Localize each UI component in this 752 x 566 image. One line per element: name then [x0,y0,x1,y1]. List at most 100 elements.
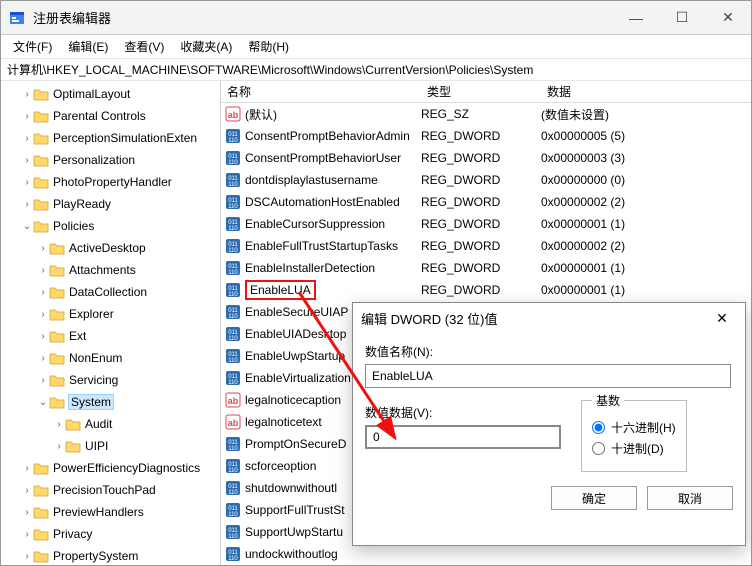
tree-node-playready[interactable]: ›PlayReady [1,193,220,215]
value-row[interactable]: EnableInstallerDetectionREG_DWORD0x00000… [221,257,751,279]
tree-node-servicing[interactable]: › Servicing [1,369,220,391]
value-row[interactable]: EnableCursorSuppressionREG_DWORD0x000000… [221,213,751,235]
chevron-icon[interactable]: › [21,177,33,188]
tree-node-activedesktop[interactable]: ›ActiveDesktop [1,237,220,259]
folder-icon [33,461,49,475]
chevron-icon[interactable]: › [37,243,49,254]
tree-node-system[interactable]: ⌄System [1,391,220,413]
tree-node-propertysystem[interactable]: ›PropertySystem [1,545,220,565]
folder-icon [49,351,65,365]
chevron-icon[interactable]: › [37,353,49,364]
menu-favorites[interactable]: 收藏夹(A) [172,36,240,57]
chevron-icon[interactable]: › [21,485,33,496]
chevron-icon[interactable]: › [21,155,33,166]
radio-dec[interactable]: 十进制(D) [592,440,676,457]
dialog-close-icon[interactable]: ✕ [707,310,737,327]
folder-icon [33,505,49,519]
chevron-icon[interactable]: › [21,111,33,122]
value-type: REG_DWORD [421,261,541,275]
chevron-icon[interactable]: › [53,419,65,430]
tree-node-nonenum[interactable]: ›NonEnum [1,347,220,369]
tree-node-audit[interactable]: ›Audit [1,413,220,435]
menu-view[interactable]: 查看(V) [116,36,172,57]
folder-icon [33,131,49,145]
tree-node-parental-controls[interactable]: ›Parental Controls [1,105,220,127]
cancel-button[interactable]: 取消 [647,486,733,510]
chevron-icon[interactable]: › [21,133,33,144]
tree-node-previewhandlers[interactable]: › PreviewHandlers [1,501,220,523]
menu-help[interactable]: 帮助(H) [240,36,297,57]
value-row[interactable]: EnableLUAREG_DWORD0x00000001 (1) [221,279,751,301]
chevron-icon[interactable]: › [21,463,33,474]
column-headers[interactable]: 名称 类型 数据 [221,81,751,103]
menu-edit[interactable]: 编辑(E) [60,36,116,57]
tree-node-attachments[interactable]: ›Attachments [1,259,220,281]
value-name: undockwithoutlog [245,547,338,561]
value-icon [225,348,241,364]
tree-node-privacy[interactable]: ›Privacy [1,523,220,545]
folder-icon [49,285,65,299]
col-type[interactable]: 类型 [421,83,541,100]
tree-label: Policies [53,219,94,233]
ok-button[interactable]: 确定 [551,486,637,510]
tree-panel[interactable]: › OptimalLayout ›Parental Controls›Percept… [1,81,221,565]
value-name: EnableInstallerDetection [245,261,375,275]
col-data[interactable]: 数据 [541,83,751,100]
radio-hex[interactable]: 十六进制(H) [592,419,676,436]
tree-node-datacollection[interactable]: ›DataCollection [1,281,220,303]
maximize-button[interactable]: ☐ [659,1,705,35]
folder-icon [65,417,81,431]
tree-label: Servicing [69,373,118,387]
value-name-input[interactable] [365,364,731,388]
value-icon [225,392,241,408]
chevron-icon[interactable]: › [21,507,33,518]
chevron-icon[interactable]: › [21,89,33,100]
tree-node-photopropertyhandler[interactable]: ›PhotoPropertyHandler [1,171,220,193]
chevron-icon[interactable]: › [37,375,49,386]
chevron-icon[interactable]: › [21,551,33,562]
chevron-icon[interactable]: ⌄ [21,221,33,232]
chevron-icon[interactable]: › [37,309,49,320]
tree-node-perceptionsimulationexten[interactable]: ›PerceptionSimulationExten [1,127,220,149]
value-icon [225,128,241,144]
chevron-icon[interactable]: › [37,265,49,276]
address-bar[interactable]: 计算机\HKEY_LOCAL_MACHINE\SOFTWARE\Microsof… [1,59,751,81]
value-row[interactable]: (默认)REG_SZ(数值未设置) [221,103,751,125]
tree-node-policies[interactable]: ⌄ Policies [1,215,220,237]
tree-node-powerefficiencydiagnostics[interactable]: ›PowerEfficiencyDiagnostics [1,457,220,479]
col-name[interactable]: 名称 [221,83,421,100]
tree-node-precisiontouchpad[interactable]: ›PrecisionTouchPad [1,479,220,501]
value-icon [225,194,241,210]
chevron-icon[interactable]: ⌄ [37,397,49,408]
chevron-icon[interactable]: › [21,199,33,210]
chevron-icon[interactable]: › [37,331,49,342]
value-name: legalnoticetext [245,415,322,429]
tree-node-ext[interactable]: ›Ext [1,325,220,347]
tree-node-personalization[interactable]: ›Personalization [1,149,220,171]
value-icon [225,370,241,386]
menu-file[interactable]: 文件(F) [5,36,60,57]
close-button[interactable]: ✕ [705,1,751,35]
value-name: ConsentPromptBehaviorUser [245,151,401,165]
value-type: REG_DWORD [421,283,541,297]
chevron-icon[interactable]: › [21,529,33,540]
value-row[interactable]: ConsentPromptBehaviorUserREG_DWORD0x0000… [221,147,751,169]
value-row[interactable]: dontdisplaylastusernameREG_DWORD0x000000… [221,169,751,191]
value-data: 0x00000001 (1) [541,283,751,297]
value-data-input[interactable] [365,425,561,449]
value-row[interactable]: ConsentPromptBehaviorAdminREG_DWORD0x000… [221,125,751,147]
tree-node-uipi[interactable]: ›UIPI [1,435,220,457]
value-row[interactable]: EnableFullTrustStartupTasksREG_DWORD0x00… [221,235,751,257]
tree-node-explorer[interactable]: ›Explorer [1,303,220,325]
minimize-button[interactable]: — [613,1,659,35]
value-row[interactable]: undockwithoutlog [221,543,751,565]
chevron-icon[interactable]: › [37,287,49,298]
tree-label: OptimalLayout [53,87,130,101]
tree-label: PreviewHandlers [53,505,144,519]
value-type: REG_DWORD [421,173,541,187]
menubar: 文件(F) 编辑(E) 查看(V) 收藏夹(A) 帮助(H) [1,35,751,59]
tree-node-optimallayout[interactable]: › OptimalLayout [1,83,220,105]
chevron-icon[interactable]: › [53,441,65,452]
value-data-label: 数值数据(V): [365,404,561,421]
value-row[interactable]: DSCAutomationHostEnabledREG_DWORD0x00000… [221,191,751,213]
